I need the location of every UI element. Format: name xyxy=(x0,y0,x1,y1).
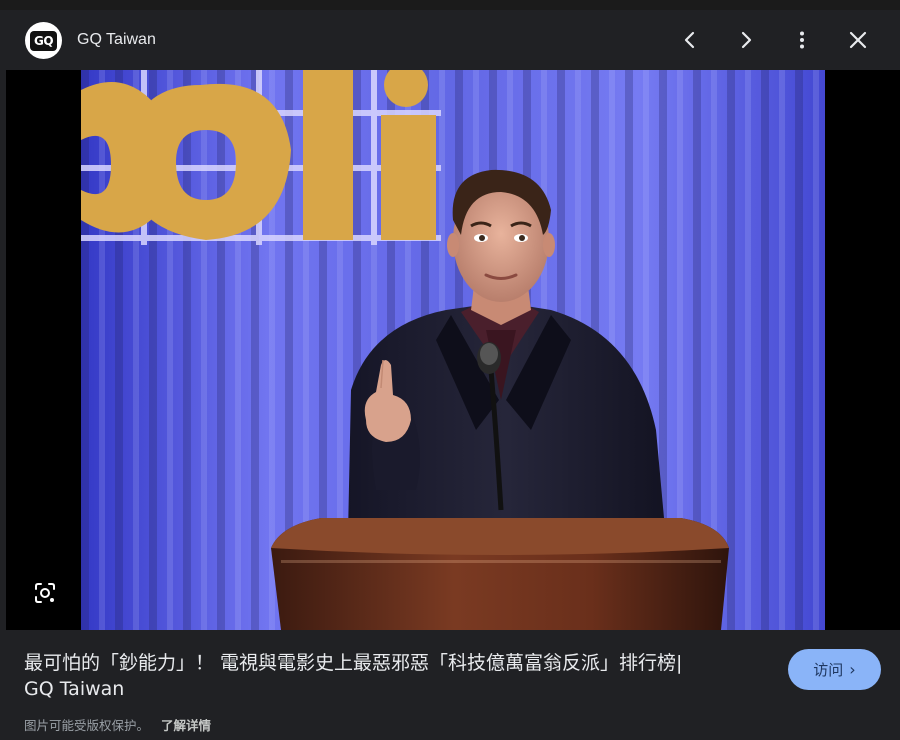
preview-image[interactable]: oli xyxy=(81,70,825,630)
visit-label: 访问 xyxy=(813,661,844,679)
copyright-text: 图片可能受版权保护。 xyxy=(24,718,150,733)
lens-search-button[interactable] xyxy=(28,576,62,610)
chevron-right-icon: › xyxy=(849,660,856,679)
site-name[interactable]: GQ Taiwan xyxy=(77,31,156,49)
more-options-button[interactable] xyxy=(786,24,818,56)
site-logo[interactable]: GQ xyxy=(25,22,62,59)
copyright-notice: 图片可能受版权保护。 了解详情 xyxy=(24,715,211,734)
chevron-right-icon xyxy=(741,31,752,49)
more-vert-icon xyxy=(800,31,804,49)
close-button[interactable] xyxy=(842,24,874,56)
learn-more-link[interactable]: 了解详情 xyxy=(161,718,211,733)
chevron-left-icon xyxy=(684,31,695,49)
close-icon xyxy=(849,31,867,49)
caption-panel: 最可怕的「鈔能力」！ 電視與電影史上最惡邪惡「科技億萬富翁反派」排行榜| GQ … xyxy=(6,630,900,740)
next-button[interactable] xyxy=(730,24,762,56)
result-title-link[interactable]: 最可怕的「鈔能力」！ 電視與電影史上最惡邪惡「科技億萬富翁反派」排行榜| GQ … xyxy=(24,650,764,702)
title-line-1: 最可怕的「鈔能力」！ 電視與電影史上最惡邪惡「科技億萬富翁反派」排行榜| xyxy=(24,652,683,674)
visit-button[interactable]: 访问 › xyxy=(788,649,881,690)
title-line-2: GQ Taiwan xyxy=(24,678,125,700)
photo-illustration: oli xyxy=(81,70,825,630)
lens-search-icon xyxy=(35,583,55,603)
top-strip xyxy=(0,0,900,10)
image-viewer-panel: GQ GQ Taiwan 最可怕的「鈔能力」！ 電視與電影史上最惡邪惡「科技億萬… xyxy=(0,0,900,740)
image-stage: oli xyxy=(6,70,900,630)
gq-logo: GQ xyxy=(30,30,57,51)
viewer-header: GQ GQ Taiwan xyxy=(6,10,900,70)
previous-button[interactable] xyxy=(674,24,706,56)
